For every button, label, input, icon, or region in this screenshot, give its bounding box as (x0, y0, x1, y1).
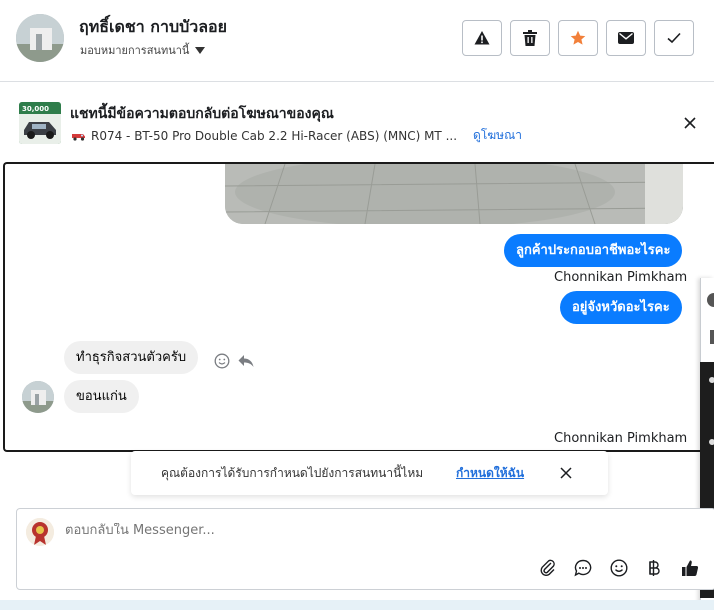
ad-product-line: R074 - BT-50 Pro Double Cab 2.2 Hi-Racer… (72, 126, 522, 145)
reply-arrow-icon[interactable] (237, 352, 255, 370)
ad-thumbnail-price: 30,000 (22, 105, 49, 113)
chat-bubble-icon[interactable] (572, 557, 594, 579)
page-avatar (26, 518, 54, 546)
close-icon (560, 467, 572, 479)
sender-label: Chonnikan Pimkham (554, 431, 688, 446)
contact-name: ฤทธิ์เดชา กาบบัวลอย (79, 17, 228, 36)
contact-avatar-small[interactable] (22, 381, 54, 413)
report-spam-button[interactable] (462, 20, 502, 56)
ad-thumbnail[interactable]: 30,000 (19, 102, 61, 144)
incoming-message[interactable]: ทำธุรกิจสวนตัวครับ (64, 341, 199, 374)
thumbs-up-icon[interactable] (679, 557, 701, 579)
assign-suggestion-text: คุณต้องการได้รับการกำหนดไปยังการสนทนานี้… (161, 466, 424, 480)
checkmark-icon (667, 32, 681, 44)
close-banner-button[interactable] (680, 113, 700, 133)
assign-suggestion-toast: คุณต้องการได้รับการกำหนดไปยังการสนทนานี้… (131, 451, 608, 495)
outgoing-message[interactable]: ลูกค้าประกอบอาชีพอะไรคะ (504, 234, 683, 267)
pickup-truck-icon (72, 133, 85, 141)
ad-banner-title: แชทนี้มีข้อความตอบกลับต่อโฆษณาของคุณ (70, 106, 334, 122)
contact-avatar[interactable] (16, 14, 64, 62)
messenger-conversation-panel: ฤทธิ์เดชา กาบบัวลอย มอบหมายการสนทนานี้ 3… (0, 0, 714, 610)
ad-product-name: R074 - BT-50 Pro Double Cab 2.2 Hi-Racer… (91, 128, 458, 143)
delete-button[interactable] (510, 20, 550, 56)
close-icon (684, 117, 696, 129)
mark-done-button[interactable] (654, 20, 694, 56)
shared-photo-attachment[interactable] (225, 164, 683, 224)
star-button[interactable] (558, 20, 598, 56)
outgoing-message[interactable]: อยู่จังหวัดอะไรคะ (560, 291, 682, 324)
assign-label: มอบหมายการสนทนานี้ (80, 44, 190, 57)
baht-icon[interactable] (643, 557, 665, 579)
warning-icon (474, 31, 490, 45)
reply-composer (16, 508, 714, 590)
assign-to-me-link[interactable]: กำหนดให้ฉัน (456, 464, 524, 483)
dismiss-suggestion-button[interactable] (558, 465, 574, 481)
reply-input[interactable] (65, 523, 665, 538)
page-footer-strip (0, 600, 714, 610)
assign-conversation-dropdown[interactable]: มอบหมายการสนทนานี้ (80, 41, 206, 59)
emoji-icon[interactable] (608, 557, 630, 579)
view-ad-link[interactable]: ดูโฆษณา (473, 126, 522, 145)
star-icon (570, 30, 586, 45)
react-emoji-icon[interactable] (213, 352, 231, 370)
message-thread[interactable]: ลูกค้าประกอบอาชีพอะไรคะ Chonnikan Pimkha… (3, 162, 714, 452)
envelope-icon (618, 32, 634, 44)
trash-icon (523, 30, 537, 46)
sender-label: Chonnikan Pimkham (554, 270, 688, 285)
ad-reply-banner: 30,000 แชทนี้มีข้อความตอบกลับต่อโฆษณาของ… (0, 83, 714, 161)
paperclip-icon[interactable] (537, 557, 559, 579)
mark-unread-button[interactable] (606, 20, 646, 56)
conversation-header: ฤทธิ์เดชา กาบบัวลอย มอบหมายการสนทนานี้ (0, 0, 714, 82)
incoming-message[interactable]: ขอนแก่น (64, 380, 139, 413)
caret-down-icon (195, 46, 206, 54)
